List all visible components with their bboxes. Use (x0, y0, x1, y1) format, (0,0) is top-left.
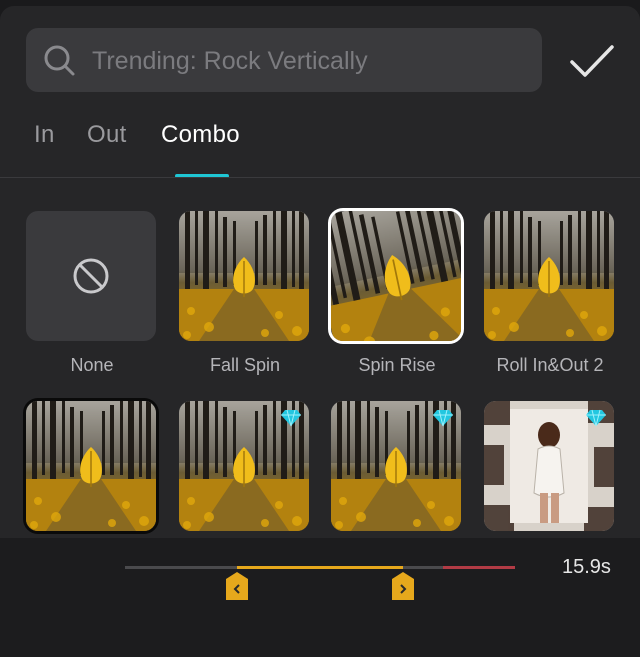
animation-item[interactable] (179, 401, 311, 531)
trim-start-handle[interactable] (226, 572, 248, 600)
search-bar[interactable] (26, 28, 542, 94)
animation-thumbnail (26, 211, 156, 341)
timeline-bar (0, 538, 640, 657)
animation-thumbnail (179, 401, 309, 531)
timeline-track-end (443, 566, 515, 569)
none-icon (73, 258, 109, 294)
animation-thumbnail (26, 401, 156, 531)
duration-label: 15.9s (562, 556, 611, 578)
timeline-track (125, 566, 237, 569)
animation-label: Roll In&Out 2 (496, 355, 604, 375)
animation-grid: None Fall Spin Spin Rise Roll In&Out 2 (0, 205, 640, 535)
premium-diamond-icon (586, 409, 606, 427)
animation-thumbnail (331, 401, 461, 531)
animation-thumbnail (484, 401, 614, 531)
tab-out[interactable]: Out (87, 121, 127, 149)
tab-bar: In Out Combo (0, 116, 640, 178)
animation-item-none[interactable]: None (26, 211, 158, 376)
tab-in[interactable]: In (34, 121, 55, 149)
animation-label: Spin Rise (358, 355, 436, 375)
timeline-trim-range (237, 566, 403, 569)
tab-combo[interactable]: Combo (161, 121, 240, 149)
animation-thumbnail (179, 211, 309, 341)
divider (0, 177, 640, 178)
animation-item[interactable] (331, 401, 463, 531)
premium-diamond-icon (281, 409, 301, 427)
animation-label: Fall Spin (209, 355, 281, 375)
animation-label: None (70, 355, 114, 375)
animation-item[interactable] (484, 401, 616, 531)
confirm-check-icon[interactable] (568, 42, 616, 82)
search-icon (44, 45, 75, 76)
timeline-track (403, 566, 443, 569)
animation-item-fall-spin[interactable]: Fall Spin (179, 211, 311, 376)
animation-item-roll-in-out-2[interactable]: Roll In&Out 2 (484, 211, 616, 376)
trim-end-handle[interactable] (392, 572, 414, 600)
animation-thumbnail-selected (331, 211, 461, 341)
search-input[interactable] (90, 28, 534, 94)
animation-item[interactable] (26, 401, 158, 531)
animation-thumbnail (484, 211, 614, 341)
premium-diamond-icon (433, 409, 453, 427)
animation-item-spin-rise[interactable]: Spin Rise (331, 211, 463, 376)
